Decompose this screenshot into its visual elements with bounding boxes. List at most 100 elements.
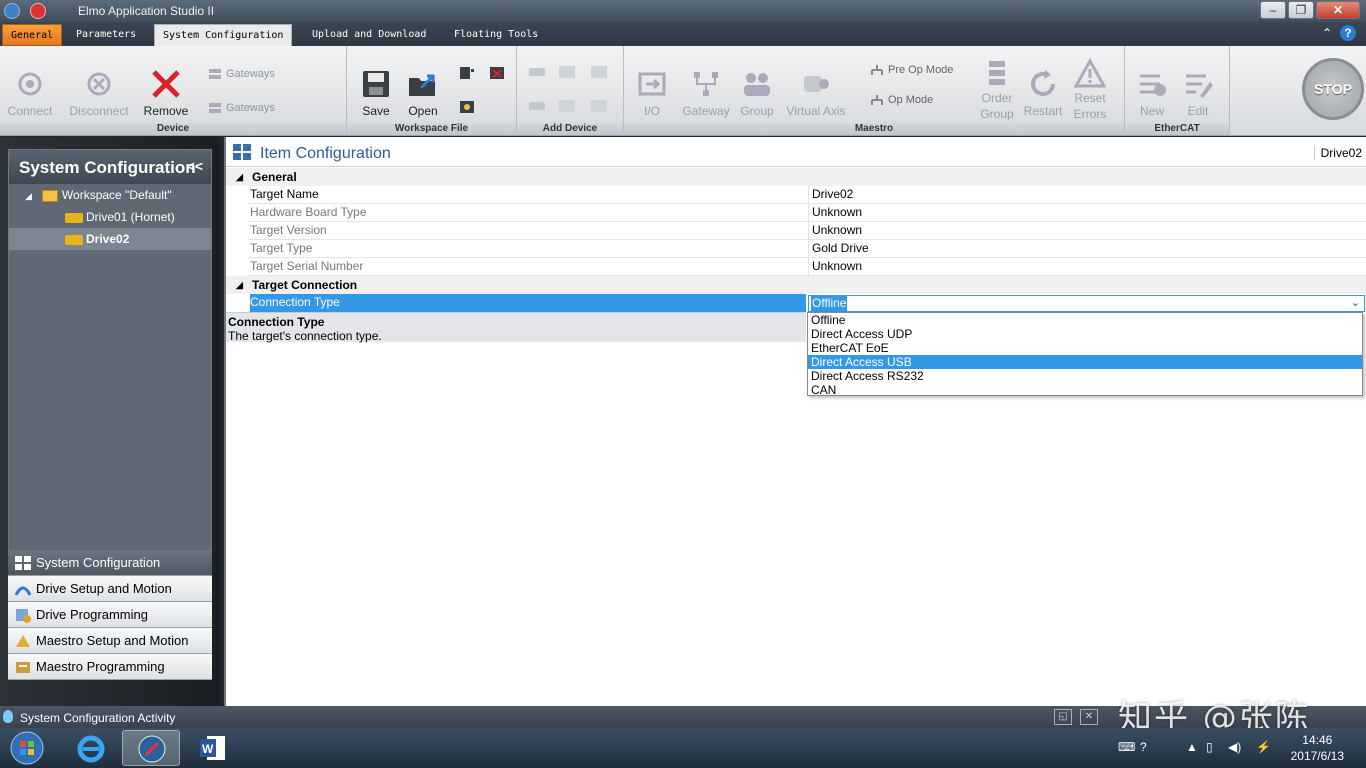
open-button[interactable]: Open	[403, 68, 443, 118]
tree-item-workspace[interactable]: ◢ Workspace "Default"	[9, 184, 211, 206]
open-folder-icon	[409, 74, 435, 96]
pre-op-mode-button[interactable]: Pre Op Mode	[870, 64, 953, 76]
order-group-button[interactable]: Order Group	[972, 58, 1022, 122]
close-panel-icon[interactable]: ✕	[1080, 709, 1098, 725]
gateways-button-2[interactable]: Gateways	[208, 102, 275, 114]
option-ethercat-eoe[interactable]: EtherCAT EoE	[808, 341, 1362, 355]
nav-maestro-programming[interactable]: Maestro Programming	[8, 654, 212, 680]
expand-triangle-icon[interactable]: ◢	[25, 191, 32, 201]
minimize-button[interactable]: –	[1260, 1, 1286, 19]
elmo-studio-icon	[138, 735, 166, 763]
tab-parameters[interactable]: Parameters	[68, 24, 144, 46]
network-icon[interactable]: ⚡	[1256, 740, 1271, 754]
help-icon[interactable]: ?	[1340, 25, 1356, 41]
tree-item-drive02[interactable]: Drive02	[9, 228, 211, 250]
restore-panel-icon[interactable]: ◱	[1054, 709, 1072, 725]
tree-item-drive01[interactable]: Drive01 (Hornet)	[9, 206, 211, 228]
taskbar-elmo-studio[interactable]	[122, 730, 180, 766]
add-device-icon[interactable]	[529, 68, 545, 76]
tab-upload-download[interactable]: Upload and Download	[304, 24, 434, 46]
gateway-icon	[209, 69, 221, 79]
restart-button[interactable]: Restart	[1020, 68, 1066, 118]
gateway-button[interactable]: Gateway	[678, 68, 734, 118]
workspace-close-icon[interactable]	[489, 66, 505, 80]
group-button[interactable]: Group	[736, 68, 778, 118]
connection-type-select[interactable]: Offline ⌄	[808, 295, 1365, 312]
maximize-button[interactable]: ❐	[1288, 1, 1314, 19]
add-lean-device-icon-2[interactable]	[559, 100, 575, 112]
activity-nav: System Configuration Drive Setup and Mot…	[8, 550, 212, 680]
app-icon[interactable]	[4, 3, 20, 19]
option-offline[interactable]: Offline	[808, 313, 1362, 327]
system-configuration-icon	[15, 555, 31, 570]
disconnect-button[interactable]: Disconnect	[64, 68, 134, 118]
property-row-target-serial-number[interactable]: Target Serial Number Unknown	[248, 258, 1366, 276]
add-lean-device-icon[interactable]	[559, 66, 575, 78]
stop-button[interactable]: STOP	[1302, 58, 1364, 120]
remove-button[interactable]: Remove	[138, 68, 194, 118]
property-row-target-version[interactable]: Target Version Unknown	[248, 222, 1366, 240]
pre-op-mode-icon	[871, 65, 883, 75]
category-general[interactable]: ◢ General	[226, 168, 1366, 186]
tab-floating-tools[interactable]: Floating Tools	[446, 24, 546, 46]
option-direct-access-udp[interactable]: Direct Access UDP	[808, 327, 1362, 341]
connection-type-dropdown: Offline Direct Access UDP EtherCAT EoE D…	[807, 312, 1363, 397]
title-bar: Elmo Application Studio II – ❐ ✕	[0, 0, 1366, 22]
save-button[interactable]: Save	[357, 68, 395, 118]
reset-errors-icon	[1074, 58, 1106, 88]
group-users-icon	[744, 73, 770, 96]
reset-errors-button[interactable]: Reset Errors	[1066, 58, 1114, 122]
tab-system-configuration[interactable]: System Configuration	[154, 24, 293, 46]
workspace-star-icon[interactable]	[459, 100, 475, 114]
add-device-icon-2[interactable]	[529, 102, 545, 110]
help-tray-icon[interactable]: ?	[1140, 740, 1147, 754]
property-row-target-type[interactable]: Target Type Gold Drive	[248, 240, 1366, 258]
device-group-label: Device	[0, 123, 346, 135]
volume-icon[interactable]: ◀)	[1228, 740, 1241, 754]
op-mode-button[interactable]: Op Mode	[870, 94, 933, 106]
property-description: Connection Type The target's connection …	[226, 312, 806, 343]
show-hidden-icons[interactable]: ▲	[1186, 740, 1198, 754]
collapse-panel-icon[interactable]: <<	[187, 158, 203, 174]
tab-general[interactable]: General	[2, 24, 63, 46]
collapse-triangle-icon[interactable]: ◢	[236, 168, 243, 186]
property-row-target-name[interactable]: Target Name Drive02	[248, 186, 1366, 204]
workspace-file-group: Save Open Workspace File	[347, 46, 517, 136]
nav-maestro-setup-motion[interactable]: Maestro Setup and Motion	[8, 628, 212, 654]
connect-icon	[18, 72, 42, 96]
clock[interactable]: 14:46 2017/6/13	[1291, 732, 1344, 764]
close-button[interactable]: ✕	[1316, 1, 1360, 19]
virtual-axis-button[interactable]: Virtual Axis	[782, 68, 850, 118]
chevron-down-icon[interactable]: ⌄	[1351, 296, 1360, 311]
nav-system-configuration[interactable]: System Configuration	[8, 550, 212, 576]
collapse-triangle-icon[interactable]: ◢	[236, 276, 243, 294]
op-mode-icon	[871, 95, 883, 105]
ethercat-group: New Edit EtherCAT	[1125, 46, 1230, 136]
collapse-ribbon-icon[interactable]: ⌃	[1322, 26, 1332, 40]
maestro-programming-icon	[16, 661, 30, 673]
taskbar-word[interactable]: W	[184, 730, 242, 766]
ethercat-new-button[interactable]: New	[1133, 68, 1171, 118]
clock-time: 14:46	[1302, 733, 1333, 747]
connect-button[interactable]: Connect	[4, 68, 56, 118]
start-button[interactable]	[8, 730, 46, 766]
nav-drive-setup-motion[interactable]: Drive Setup and Motion	[8, 576, 212, 602]
property-row-hardware-board-type[interactable]: Hardware Board Type Unknown	[248, 204, 1366, 222]
keyboard-icon[interactable]: ⌨	[1118, 740, 1135, 754]
option-direct-access-usb[interactable]: Direct Access USB	[808, 355, 1362, 369]
workspace-tree-icon[interactable]	[459, 66, 475, 80]
option-direct-access-rs232[interactable]: Direct Access RS232	[808, 369, 1362, 383]
io-button[interactable]: I/O	[632, 68, 672, 118]
nav-drive-programming[interactable]: Drive Programming	[8, 602, 212, 628]
record-icon[interactable]	[30, 3, 46, 19]
taskbar-ie[interactable]	[62, 730, 120, 766]
battery-icon[interactable]: ▯	[1206, 740, 1213, 754]
add-can-device-icon[interactable]	[591, 66, 607, 78]
option-can[interactable]: CAN	[808, 383, 1362, 397]
selected-target-label: Drive02	[1313, 146, 1362, 160]
ethercat-edit-button[interactable]: Edit	[1179, 68, 1217, 118]
internet-explorer-icon	[77, 735, 105, 763]
gateways-button-1[interactable]: Gateways	[208, 68, 275, 80]
add-can-device-icon-2[interactable]	[591, 100, 607, 112]
category-target-connection[interactable]: ◢ Target Connection	[226, 276, 1366, 294]
